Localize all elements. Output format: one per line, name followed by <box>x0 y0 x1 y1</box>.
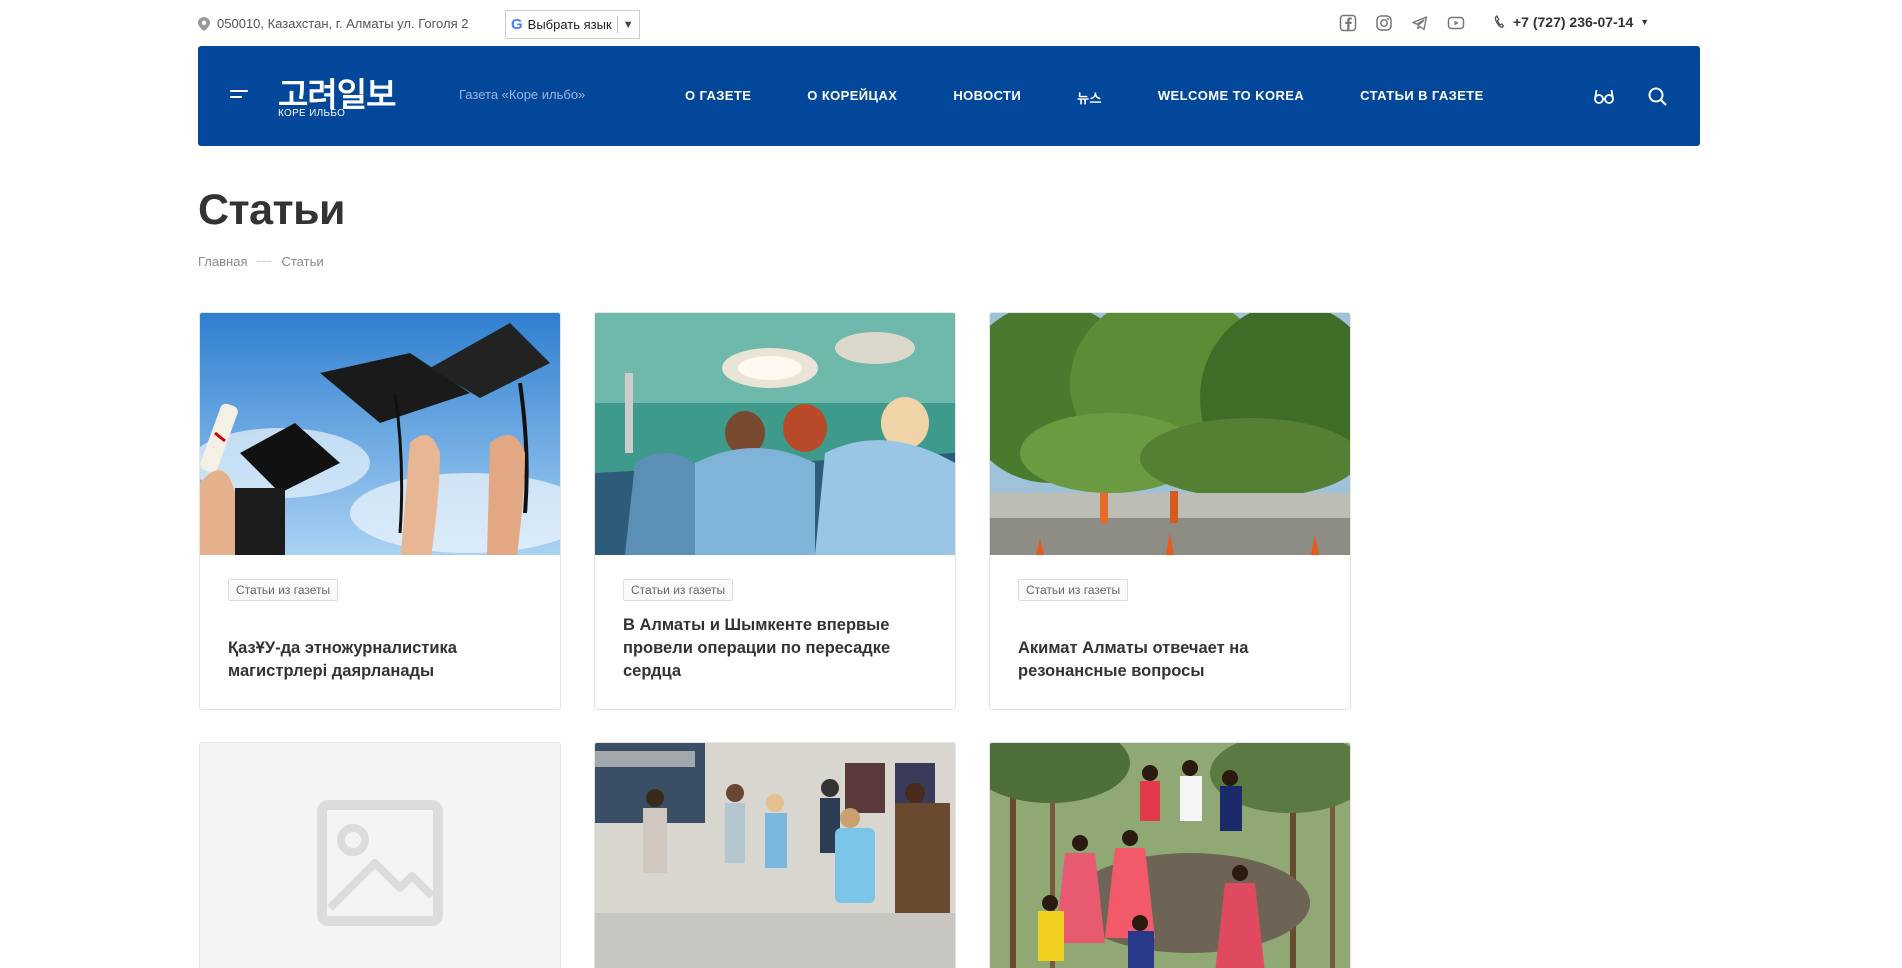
breadcrumb-current: Статьи <box>281 254 324 269</box>
language-select[interactable]: G Выбрать язык ▼ <box>505 10 640 39</box>
dropdown-arrow-icon: ▼ <box>622 18 634 31</box>
breadcrumb-separator <box>257 261 272 262</box>
site-tagline: Газета «Коре ильбо» <box>459 87 586 102</box>
divider <box>616 16 618 33</box>
article-title[interactable]: Акимат Алматы отвечает на резонансные во… <box>1018 637 1330 683</box>
telegram-icon[interactable] <box>1411 14 1429 32</box>
top-bar-inner: 050010, Казахстан, г. Алматы ул. Гоголя … <box>198 10 1701 39</box>
article-card[interactable] <box>989 742 1351 968</box>
phone-dropdown[interactable]: +7 (727) 236-07-14 ▼ <box>1494 14 1649 30</box>
logo-subtitle: КОРЕ ИЛЬБО <box>278 108 346 119</box>
main-header: 고려일보 КОРЕ ИЛЬБО Газета «Коре ильбо» О ГА… <box>198 46 1700 146</box>
article-image[interactable] <box>200 313 560 555</box>
category-tag[interactable]: Статьи из газеты <box>228 579 339 601</box>
phone-number: +7 (727) 236-07-14 <box>1513 14 1634 30</box>
category-tag[interactable]: Статьи из газеты <box>1018 579 1129 601</box>
page-title: Статьи <box>198 186 345 234</box>
language-label: Выбрать язык <box>527 17 612 32</box>
youtube-icon[interactable] <box>1447 14 1465 32</box>
article-image[interactable] <box>990 313 1350 555</box>
card-body: Статьи из газеты Акимат Алматы отвечает … <box>990 555 1350 709</box>
article-image[interactable] <box>595 743 955 968</box>
nav-newspaper-articles[interactable]: СТАТЬИ В ГАЗЕТЕ <box>1360 88 1484 107</box>
search-icon[interactable] <box>1647 86 1669 106</box>
category-tag[interactable]: Статьи из газеты <box>623 579 734 601</box>
article-card[interactable]: Статьи из газеты В Алматы и Шымкенте впе… <box>594 312 956 710</box>
breadcrumb: Главная Статьи <box>198 254 324 269</box>
facebook-icon[interactable] <box>1339 14 1357 32</box>
article-card[interactable]: Статьи из газеты Акимат Алматы отвечает … <box>989 312 1351 710</box>
nav-about-koreans[interactable]: О КОРЕЙЦАХ <box>807 88 897 107</box>
nav-welcome-to-korea[interactable]: WELCOME TO KOREA <box>1158 88 1304 107</box>
article-image[interactable] <box>595 313 955 555</box>
menu-icon[interactable] <box>230 90 250 104</box>
instagram-icon[interactable] <box>1375 14 1393 32</box>
image-placeholder-icon <box>317 800 443 926</box>
nav-about-newspaper[interactable]: О ГАЗЕТЕ <box>685 88 751 107</box>
site-logo[interactable]: 고려일보 КОРЕ ИЛЬБО <box>278 70 420 122</box>
glasses-icon[interactable] <box>1593 86 1615 106</box>
nav-news-korean[interactable]: 뉴스 <box>1077 88 1102 107</box>
article-title[interactable]: ҚазҰУ-да этножурналистика магистрлері да… <box>228 637 540 683</box>
article-image[interactable] <box>990 743 1350 968</box>
google-icon: G <box>511 16 523 33</box>
header-icons <box>1593 86 1669 106</box>
article-image-placeholder[interactable] <box>200 743 560 968</box>
main-nav: О ГАЗЕТЕ О КОРЕЙЦАХ НОВОСТИ 뉴스 WELCOME T… <box>685 88 1484 107</box>
address: 050010, Казахстан, г. Алматы ул. Гоголя … <box>198 16 468 31</box>
social-links <box>1339 14 1465 32</box>
address-text: 050010, Казахстан, г. Алматы ул. Гоголя … <box>217 16 469 31</box>
article-card[interactable]: Статьи из газеты ҚазҰУ-да этножурналисти… <box>199 312 561 710</box>
card-body: Статьи из газеты ҚазҰУ-да этножурналисти… <box>200 555 560 709</box>
article-title[interactable]: В Алматы и Шымкенте впервые провели опер… <box>623 614 935 683</box>
article-card[interactable] <box>594 742 956 968</box>
breadcrumb-home[interactable]: Главная <box>198 254 247 269</box>
article-card[interactable] <box>199 742 561 968</box>
location-pin-icon <box>198 16 210 31</box>
phone-icon <box>1494 15 1505 29</box>
top-bar: 050010, Казахстан, г. Алматы ул. Гоголя … <box>0 0 1902 46</box>
nav-news[interactable]: НОВОСТИ <box>953 88 1021 107</box>
card-body: Статьи из газеты В Алматы и Шымкенте впе… <box>595 555 955 709</box>
caret-down-icon: ▼ <box>1640 17 1650 27</box>
